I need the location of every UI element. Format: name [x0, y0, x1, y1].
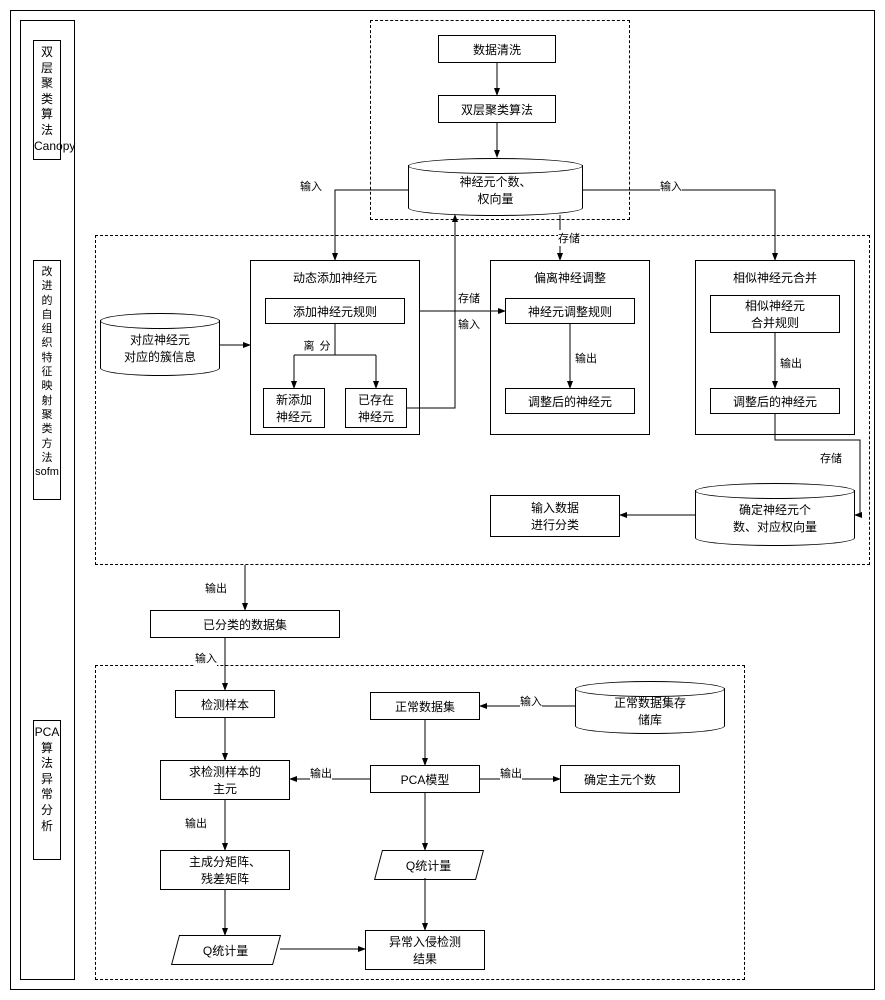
normal-store-cylinder: 正常数据集存 储库 — [575, 688, 725, 733]
merge-rule-box: 相似神经元 合并规则 — [710, 295, 840, 333]
input-label: 输入 — [300, 178, 322, 194]
seek-principal-box: 求检测样本的 主元 — [160, 760, 290, 800]
detect-sample-box: 检测样本 — [175, 690, 275, 718]
canopy-section-label: 双层聚类算法Canopy — [33, 40, 61, 160]
neuron-store-cylinder: 神经元个数、 权向量 — [408, 165, 583, 215]
store-label: 存储 — [820, 450, 842, 466]
result-box: 异常入侵检测 结果 — [365, 930, 485, 970]
input-label: 输入 — [520, 693, 542, 709]
input-label: 输入 — [195, 650, 217, 666]
bilayer-algo-box: 双层聚类算法 — [438, 95, 556, 123]
sofm-section-label: 改进的自组织特征映射聚类方法sofm — [33, 260, 61, 500]
classified-set-box: 已分类的数据集 — [150, 610, 340, 638]
data-clean-box: 数据清洗 — [438, 35, 556, 63]
exist-neuron-box: 已存在 神经元 — [345, 388, 407, 428]
q-stat2-parallelogram: Q统计量 — [374, 850, 484, 880]
pca-model-box: PCA模型 — [370, 765, 480, 793]
output-label: 输出 — [500, 765, 522, 781]
pca-section-label: PCA算法异常分析 — [33, 720, 61, 860]
final-store-cylinder: 确定神经元个 数、对应权向量 — [695, 490, 855, 545]
adjusted-neuron1-box: 调整后的神经元 — [505, 388, 635, 414]
store-label: 存储 — [458, 290, 480, 306]
classify-box: 输入数据 进行分类 — [490, 495, 620, 537]
input-label: 输入 — [458, 316, 480, 332]
matrices-box: 主成分矩阵、 残差矩阵 — [160, 850, 290, 890]
q-stat1-parallelogram: Q统计量 — [171, 935, 281, 965]
input-label: 输入 — [660, 178, 682, 194]
output-label: 输出 — [575, 350, 597, 366]
adjusted-neuron2-box: 调整后的神经元 — [710, 388, 840, 414]
normal-set-box: 正常数据集 — [370, 692, 480, 720]
output-label: 输出 — [185, 815, 207, 831]
num-principals-box: 确定主元个数 — [560, 765, 680, 793]
output-label: 输出 — [310, 765, 332, 781]
cluster-info-cylinder: 对应神经元 对应的簇信息 — [100, 320, 220, 375]
new-neuron-box: 新添加 神经元 — [263, 388, 325, 428]
adjust-rule-box: 神经元调整规则 — [505, 298, 635, 324]
output-label: 输出 — [780, 355, 802, 371]
store-label: 存储 — [558, 230, 580, 246]
add-rule-box: 添加神经元规则 — [265, 298, 405, 324]
output-label: 输出 — [205, 580, 227, 596]
separate-label: 分离 — [300, 340, 332, 351]
